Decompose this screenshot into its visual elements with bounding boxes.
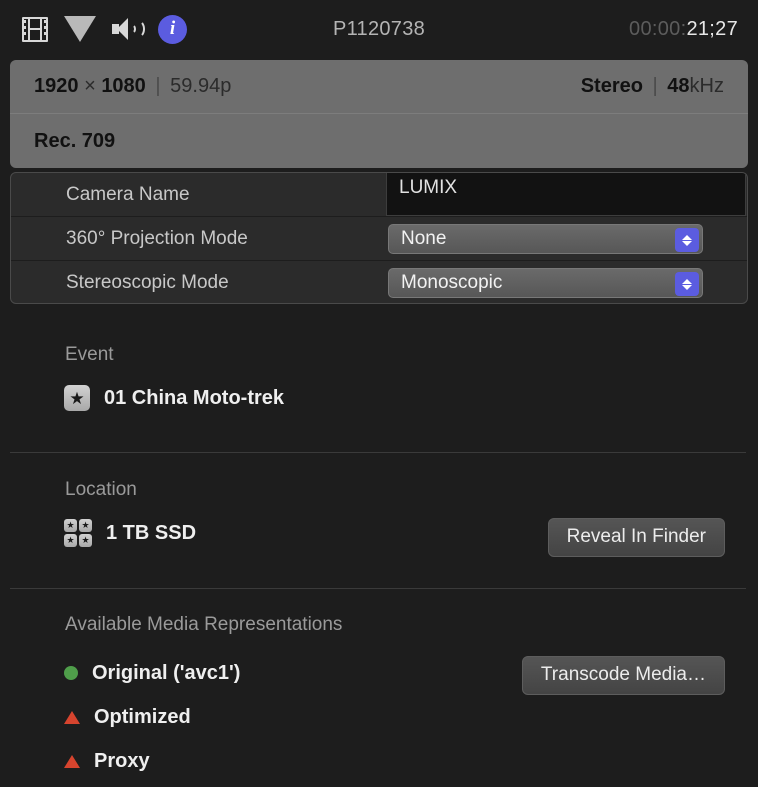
banner-row-format: 1920 × 1080 | 59.94p Stereo | 48kHz bbox=[10, 60, 748, 114]
row-stereoscopic-mode: Stereoscopic Mode Monoscopic bbox=[11, 261, 747, 303]
location-section-title: Location bbox=[65, 479, 137, 500]
media-summary-banner: 1920 × 1080 | 59.94p Stereo | 48kHz Rec.… bbox=[10, 60, 748, 168]
status-available-icon bbox=[64, 666, 78, 680]
speaker-icon-shape bbox=[112, 17, 145, 41]
timecode-seconds-frames: 21;27 bbox=[686, 17, 738, 40]
filmstrip-icon-shape bbox=[22, 16, 48, 42]
list-item: Original ('avc1') bbox=[64, 658, 240, 688]
drive-icon-cell: ★ bbox=[79, 534, 92, 547]
clip-title-text: P1120738 bbox=[332, 17, 426, 40]
section-divider bbox=[10, 452, 746, 453]
camera-name-input[interactable]: LUMIX bbox=[386, 173, 746, 216]
filmstrip-icon[interactable] bbox=[22, 16, 48, 42]
audio-separator: | bbox=[652, 75, 658, 97]
event-row[interactable]: ★ 01 China Moto-trek bbox=[64, 385, 284, 411]
resolution-width: 1920 bbox=[34, 75, 79, 97]
timecode-display[interactable]: 00:00: 21;27 bbox=[629, 0, 738, 58]
projection-mode-label: 360° Projection Mode bbox=[66, 227, 248, 249]
row-projection-mode: 360° Projection Mode None bbox=[11, 217, 747, 261]
camera-name-label: Camera Name bbox=[66, 184, 190, 205]
audio-channels: Stereo bbox=[580, 75, 643, 97]
video-format-summary: 1920 × 1080 | 59.94p bbox=[34, 75, 231, 98]
timecode-hours-minutes: 00:00: bbox=[629, 17, 687, 40]
projection-mode-popup[interactable]: None bbox=[388, 224, 703, 254]
inspector-tab-icons: i bbox=[22, 12, 187, 46]
color-space: Rec. 709 bbox=[34, 129, 116, 152]
projection-mode-value: None bbox=[401, 228, 447, 249]
event-section-title: Event bbox=[65, 344, 114, 365]
stereoscopic-mode-label: Stereoscopic Mode bbox=[66, 272, 229, 293]
banner-row-colorspace: Rec. 709 bbox=[10, 114, 748, 168]
camera-settings-group: Camera Name LUMIX 360° Projection Mode N… bbox=[10, 172, 748, 304]
reveal-in-finder-button[interactable]: Reveal In Finder bbox=[547, 518, 725, 557]
drive-icon-cell: ★ bbox=[79, 519, 92, 532]
event-name: 01 China Moto-trek bbox=[104, 386, 285, 409]
inspector-window: i P1120738 00:00: 21;27 1920 × 1080 | 59.… bbox=[0, 0, 758, 787]
info-icon[interactable]: i bbox=[158, 14, 187, 44]
media-representations-list: Original ('avc1') Optimized Proxy bbox=[64, 658, 240, 776]
inspector-toolbar: i P1120738 00:00: 21;27 bbox=[0, 0, 758, 58]
list-item: Optimized bbox=[64, 702, 240, 732]
audio-format-summary: Stereo | 48kHz bbox=[581, 75, 724, 98]
resolution-height: 1080 bbox=[101, 75, 146, 97]
drive-icon-cell: ★ bbox=[64, 519, 77, 532]
chevron-up-down-icon[interactable] bbox=[675, 272, 699, 296]
media-item-label: Proxy bbox=[94, 749, 150, 772]
triangle-icon-shape bbox=[64, 16, 96, 42]
media-item-label: Optimized bbox=[94, 705, 191, 728]
speaker-icon[interactable] bbox=[112, 17, 145, 41]
drive-icon: ★ ★ ★ ★ bbox=[64, 519, 92, 547]
location-row[interactable]: ★ ★ ★ ★ 1 TB SSD bbox=[64, 519, 196, 547]
status-unavailable-icon bbox=[64, 710, 80, 724]
chevron-up-down-icon[interactable] bbox=[675, 228, 699, 252]
row-camera-name: Camera Name LUMIX bbox=[11, 173, 747, 217]
section-divider bbox=[10, 588, 746, 589]
format-separator: | bbox=[155, 75, 161, 97]
resolution-times: × bbox=[84, 75, 96, 97]
star-icon: ★ bbox=[64, 385, 90, 411]
triangle-icon[interactable] bbox=[64, 16, 96, 42]
media-item-label: Original ('avc1') bbox=[92, 661, 241, 684]
drive-icon-cell: ★ bbox=[64, 534, 77, 547]
stereoscopic-mode-popup[interactable]: Monoscopic bbox=[388, 268, 703, 298]
transcode-media-button[interactable]: Transcode Media… bbox=[521, 656, 725, 695]
audio-sample-rate-value: 48 bbox=[667, 75, 690, 97]
frame-rate: 59.94p bbox=[170, 75, 232, 97]
location-name: 1 TB SSD bbox=[106, 521, 197, 544]
media-section-title: Available Media Representations bbox=[65, 614, 343, 635]
audio-sample-rate-unit: kHz bbox=[689, 75, 724, 97]
stereoscopic-mode-value: Monoscopic bbox=[401, 272, 503, 293]
list-item: Proxy bbox=[64, 746, 240, 776]
status-unavailable-icon bbox=[64, 754, 80, 768]
